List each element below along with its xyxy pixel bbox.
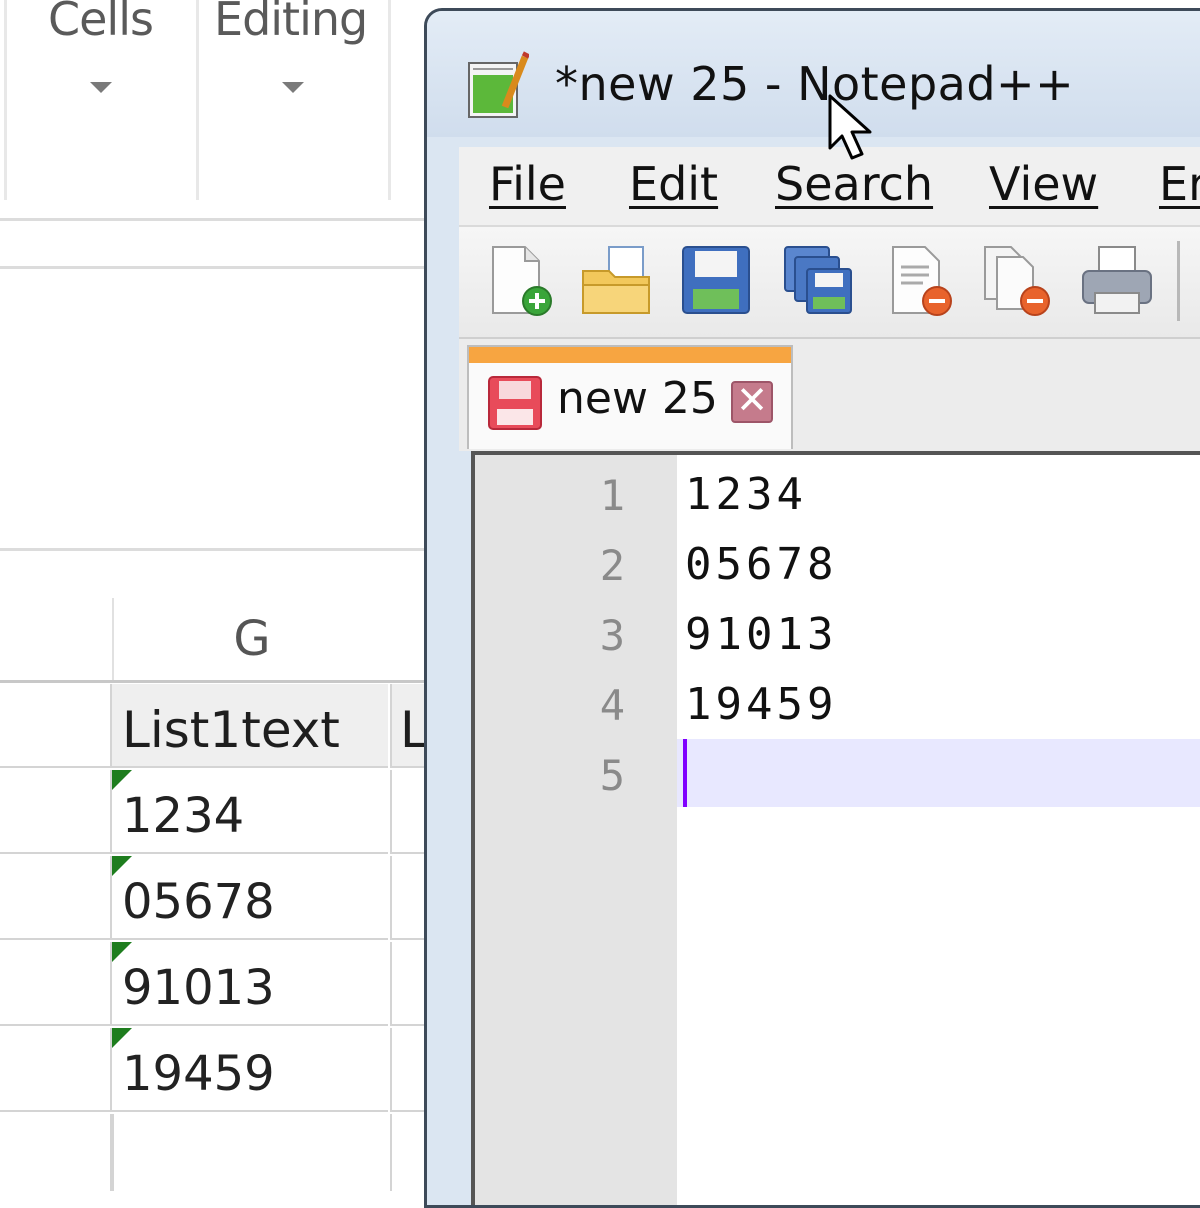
column-header-g[interactable]: G [112,598,392,680]
tab-bar: new 25 ✕ [459,339,1200,451]
open-folder-icon[interactable] [579,243,655,319]
line-number: 3 [599,611,625,660]
current-line-highlight [677,739,1200,807]
cell-f6[interactable] [0,1114,112,1191]
window-title: *new 25 - Notepad++ [555,57,1075,111]
column-header-f[interactable] [0,598,110,680]
ribbon-separator [4,0,7,200]
ribbon-bottom-border [0,218,430,221]
notepadpp-window[interactable]: *new 25 - Notepad++ File Edit Search Vie… [424,8,1200,1208]
title-bar[interactable]: *new 25 - Notepad++ [427,11,1200,137]
cell-g5[interactable]: 19459 [112,1028,388,1112]
cell-g2[interactable]: 1234 [112,770,388,854]
cell-value: 05678 [122,874,275,930]
save-icon[interactable] [679,243,755,319]
cell-f1[interactable] [0,684,112,768]
save-all-icon[interactable] [781,243,857,319]
new-file-icon[interactable] [481,243,557,319]
tab-new-25[interactable]: new 25 ✕ [467,345,793,449]
code-line[interactable]: 1234 [685,469,807,520]
line-number: 2 [599,541,625,590]
notepadpp-app-icon[interactable] [465,51,529,121]
tab-close-icon[interactable]: ✕ [731,381,773,423]
code-line[interactable]: 91013 [685,609,837,660]
tab-label: new 25 [557,373,718,424]
close-icon[interactable] [883,243,959,319]
cell-g3[interactable]: 05678 [112,856,388,940]
cell-value: 91013 [122,960,275,1016]
cells-dropdown-arrow-icon[interactable] [90,82,112,93]
code-line[interactable]: 19459 [685,679,837,730]
cell-value: 19459 [122,1046,275,1102]
cell-f5[interactable] [0,1028,112,1112]
cell-f2[interactable] [0,770,112,854]
line-number: 5 [599,751,625,800]
cell-value: 1234 [122,788,245,844]
print-icon[interactable] [1079,243,1155,319]
menu-view[interactable]: View [989,157,1098,211]
line-number: 1 [599,471,625,520]
close-all-icon[interactable] [981,243,1057,319]
menu-encoding[interactable]: Er [1159,157,1200,211]
ribbon-group-cells[interactable]: Cells [48,0,154,46]
text-caret [683,739,687,807]
menu-search[interactable]: Search [775,157,933,211]
unsaved-document-icon [488,376,542,430]
menu-edit[interactable]: Edit [629,157,718,211]
code-line[interactable]: 05678 [685,539,837,590]
text-number-indicator-icon [112,770,132,790]
ribbon-group-editing[interactable]: Editing [214,0,368,46]
cell-g1[interactable]: List1text [112,684,388,768]
excel-window: Cells Editing G List1text L 1234 05678 9… [0,0,430,1191]
editing-dropdown-arrow-icon[interactable] [282,82,304,93]
menu-file[interactable]: File [489,157,566,211]
text-number-indicator-icon [112,1028,132,1048]
active-tab-indicator [469,347,791,363]
column-header-border [0,680,430,683]
cell-f4[interactable] [0,942,112,1026]
cell-g6[interactable] [112,1114,388,1191]
editor-area[interactable]: 1 1234 2 05678 3 91013 4 19459 5 [471,451,1200,1205]
ribbon-separator [388,0,391,200]
toolbar-separator [1177,241,1180,321]
toolbar [459,227,1200,339]
ribbon-separator [196,0,199,200]
mouse-pointer-icon [828,94,872,160]
cell-f3[interactable] [0,856,112,940]
sheet-top-border [0,548,430,551]
text-number-indicator-icon [112,856,132,876]
text-number-indicator-icon [112,942,132,962]
formula-bar-border [0,266,430,269]
line-number: 4 [599,681,625,730]
cell-g4[interactable]: 91013 [112,942,388,1026]
